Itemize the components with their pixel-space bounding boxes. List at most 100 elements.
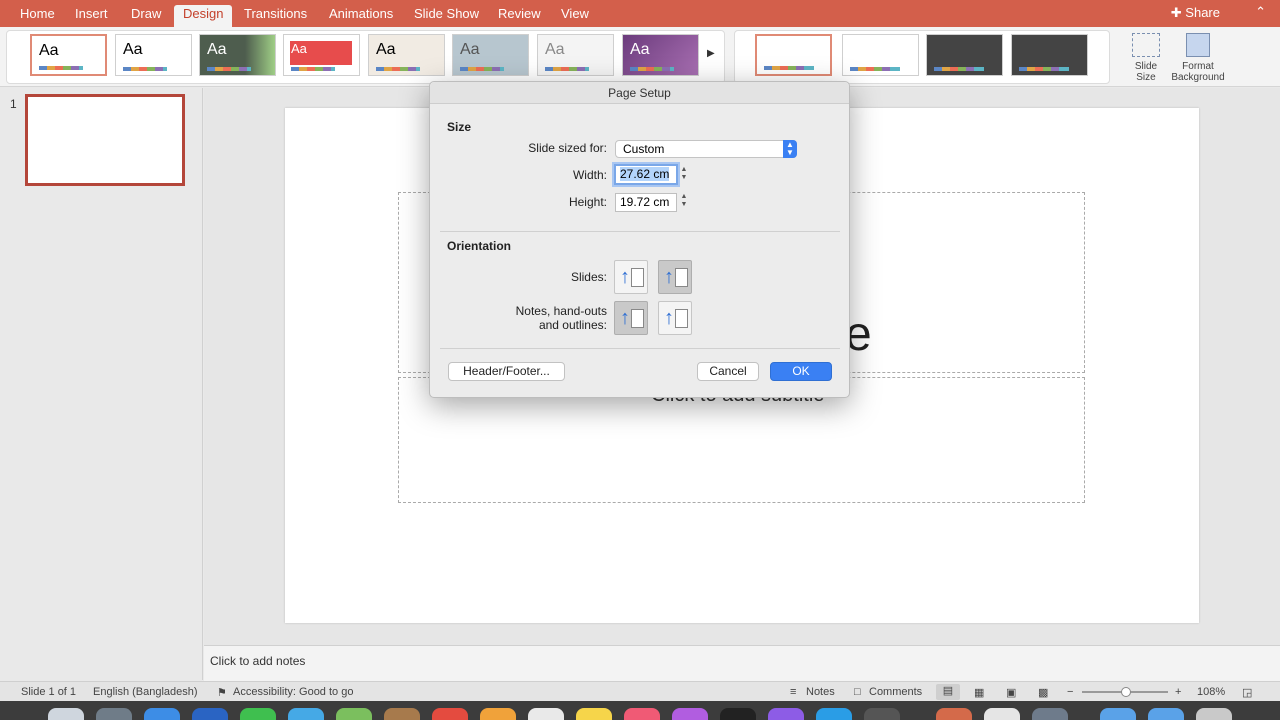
ok-button[interactable]: OK — [770, 362, 832, 381]
tab-view[interactable]: View — [561, 5, 589, 27]
slide-size-icon — [1132, 33, 1160, 57]
theme-thumbnail-3[interactable]: Aa — [199, 34, 276, 76]
gallery-more-arrow-icon[interactable]: ▶ — [707, 48, 715, 59]
notes-portrait-button[interactable]: ↑ — [614, 301, 648, 335]
fit-to-window-icon[interactable]: ◲ — [1242, 686, 1252, 699]
height-stepper-icon[interactable]: ▲ ▼ — [679, 193, 689, 212]
theme-thumbnail-7[interactable]: Aa — [537, 34, 614, 76]
slide-sized-for-dropdown[interactable]: Custom ▲ ▼ — [615, 140, 797, 158]
theme-thumbnail-office[interactable]: Aa — [30, 34, 107, 76]
notes-placeholder: Click to add notes — [210, 654, 306, 668]
dock-app-icon[interactable] — [288, 708, 324, 720]
status-bar: Slide 1 of 1 English (Bangladesh) ⚑ Acce… — [0, 681, 1280, 701]
normal-view-icon[interactable]: ▤ — [936, 684, 960, 700]
landscape-page-icon — [675, 268, 688, 287]
dock-app-icon[interactable] — [432, 708, 468, 720]
theme-thumbnail-4[interactable]: Aa — [283, 34, 360, 76]
color-swatches — [123, 67, 167, 71]
size-heading: Size — [447, 120, 472, 134]
color-swatches — [850, 67, 900, 71]
dock-app-icon[interactable] — [816, 708, 852, 720]
variant-thumbnail-4[interactable] — [1011, 34, 1088, 76]
dock-app-icon[interactable] — [192, 708, 228, 720]
notes-orientation-label-2: and outlines: — [538, 318, 607, 332]
slides-landscape-button[interactable]: ↑ — [658, 260, 692, 294]
notes-toggle[interactable]: Notes — [806, 686, 835, 698]
slideshow-view-icon[interactable]: ▩ — [1038, 686, 1048, 699]
tab-insert[interactable]: Insert — [75, 5, 108, 27]
color-swatches — [460, 67, 504, 71]
notes-pane[interactable]: Click to add notes — [204, 645, 1280, 681]
variant-thumbnail-3[interactable] — [926, 34, 1003, 76]
zoom-in-icon[interactable]: + — [1175, 686, 1181, 698]
slide-number: 1 — [10, 97, 17, 111]
tab-home[interactable]: Home — [20, 5, 55, 27]
dock-app-icon[interactable] — [336, 708, 372, 720]
cancel-button[interactable]: Cancel — [697, 362, 759, 381]
language-indicator[interactable]: English (Bangladesh) — [93, 686, 198, 698]
variant-thumbnail-1[interactable] — [755, 34, 832, 76]
trash-icon[interactable] — [1196, 708, 1232, 720]
dock-app-icon[interactable] — [768, 708, 804, 720]
variant-thumbnail-2[interactable] — [842, 34, 919, 76]
color-swatches — [207, 67, 251, 71]
up-arrow-icon: ↑ — [620, 307, 630, 329]
dock-app-icon[interactable] — [1032, 708, 1068, 720]
section-divider — [440, 231, 840, 232]
dock-app-icon[interactable] — [48, 708, 84, 720]
slides-portrait-button[interactable]: ↑ — [614, 260, 648, 294]
dock-app-icon[interactable] — [528, 708, 564, 720]
dock-app-icon[interactable] — [480, 708, 516, 720]
comments-toggle[interactable]: Comments — [869, 686, 922, 698]
zoom-slider-thumb[interactable] — [1121, 687, 1131, 697]
dock-app-icon[interactable] — [936, 708, 972, 720]
dock-app-icon[interactable] — [384, 708, 420, 720]
theme-thumbnail-8[interactable]: Aa — [622, 34, 699, 76]
color-swatches — [291, 67, 335, 71]
slide-counter: Slide 1 of 1 — [21, 686, 77, 698]
slide-thumbnail[interactable] — [25, 94, 185, 186]
tab-draw[interactable]: Draw — [131, 5, 161, 27]
format-background-button[interactable]: Format Background — [1170, 33, 1226, 83]
tab-review[interactable]: Review — [498, 5, 541, 27]
color-swatches — [39, 66, 83, 70]
color-swatches — [545, 67, 589, 71]
zoom-level[interactable]: 108% — [1197, 686, 1225, 698]
dock-app-icon[interactable] — [624, 708, 660, 720]
slide-size-button[interactable]: Slide Size — [1125, 33, 1167, 83]
theme-thumbnail-6[interactable]: Aa — [452, 34, 529, 76]
header-footer-button[interactable]: Header/Footer... — [448, 362, 565, 381]
dialog-title: Page Setup — [430, 82, 849, 104]
reading-view-icon[interactable]: ▣ — [1006, 686, 1016, 699]
slide-sorter-icon[interactable]: ▦ — [974, 686, 984, 699]
width-field[interactable]: 27.62 cm — [614, 164, 678, 185]
dock-app-icon[interactable] — [576, 708, 612, 720]
dock-app-icon[interactable] — [672, 708, 708, 720]
accessibility-icon: ⚑ — [217, 687, 227, 699]
height-field[interactable]: 19.72 cm — [615, 193, 677, 212]
share-button[interactable]: ✚ Share — [1171, 5, 1220, 21]
dock-app-icon[interactable] — [144, 708, 180, 720]
tab-slide-show[interactable]: Slide Show — [414, 5, 479, 27]
zoom-out-icon[interactable]: − — [1067, 686, 1073, 698]
dock-folder-icon[interactable] — [1100, 708, 1136, 720]
tab-design[interactable]: Design — [174, 5, 233, 27]
dock-app-icon[interactable] — [720, 708, 756, 720]
accessibility-status[interactable]: Accessibility: Good to go — [233, 686, 353, 698]
dock-app-icon[interactable] — [984, 708, 1020, 720]
collapse-ribbon-icon[interactable]: ⌃ — [1255, 4, 1266, 20]
theme-thumbnail-5[interactable]: Aa — [368, 34, 445, 76]
portrait-page-icon — [631, 268, 644, 287]
dock-app-icon[interactable] — [96, 708, 132, 720]
tab-animations[interactable]: Animations — [329, 5, 393, 27]
dock-app-icon[interactable] — [864, 708, 900, 720]
slide-sized-for-label: Slide sized for: — [528, 141, 607, 155]
tab-transitions[interactable]: Transitions — [244, 5, 307, 27]
dock-app-icon[interactable] — [240, 708, 276, 720]
dock-folder-icon[interactable] — [1148, 708, 1184, 720]
color-swatches — [764, 66, 814, 70]
width-stepper-icon[interactable]: ▲ ▼ — [679, 166, 689, 185]
theme-thumbnail-2[interactable]: Aa — [115, 34, 192, 76]
color-swatches — [376, 67, 420, 71]
notes-landscape-button[interactable]: ↑ — [658, 301, 692, 335]
